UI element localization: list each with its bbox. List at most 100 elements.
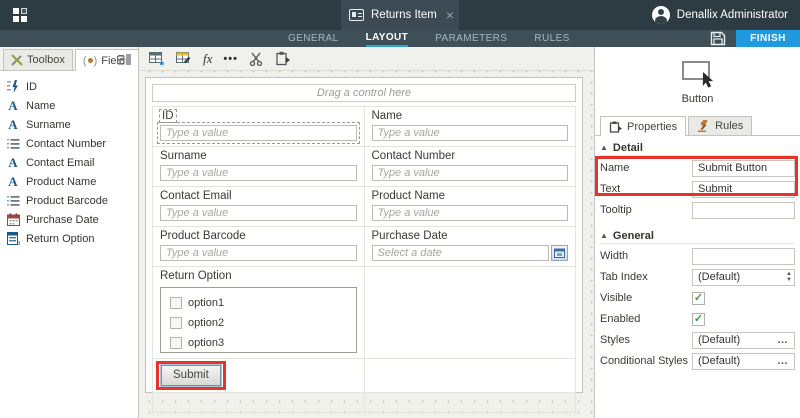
text-icon: A bbox=[6, 99, 20, 113]
date-icon bbox=[6, 213, 20, 227]
tab-rules[interactable]: RULES bbox=[534, 30, 569, 47]
label-product-barcode[interactable]: Product Barcode bbox=[160, 230, 357, 245]
calendar-picker-icon[interactable] bbox=[551, 245, 568, 261]
tabindex-property-input[interactable]: (Default)▲▼ bbox=[692, 269, 795, 286]
property-row-name: Name Submit Button bbox=[600, 159, 795, 177]
control-preview: Button bbox=[595, 47, 800, 105]
text-icon: A bbox=[6, 156, 20, 170]
table-row bbox=[153, 393, 576, 413]
form-table: ID Type a value Name Type a value Surnam… bbox=[152, 106, 576, 413]
field-item-product-name[interactable]: A Product Name bbox=[6, 172, 138, 191]
tab-toolbox[interactable]: Toolbox bbox=[3, 49, 73, 70]
app-menu-icon[interactable] bbox=[13, 8, 28, 23]
field-item-product-barcode[interactable]: Product Barcode bbox=[6, 191, 138, 210]
checkbox-option[interactable]: option2 bbox=[170, 313, 347, 333]
more-actions-icon[interactable]: ••• bbox=[223, 50, 238, 68]
button-control-icon bbox=[679, 60, 717, 88]
save-icon[interactable] bbox=[710, 31, 726, 46]
label-name[interactable]: Name bbox=[372, 110, 569, 125]
tab-layout[interactable]: LAYOUT bbox=[366, 30, 409, 47]
input-surname[interactable]: Type a value bbox=[160, 165, 357, 181]
field-item-contact-email[interactable]: A Contact Email bbox=[6, 153, 138, 172]
field-list: ID A Name A Surname Contact Number A Con… bbox=[0, 71, 138, 248]
table-row: Product Barcode Type a value Purchase Da… bbox=[153, 227, 576, 267]
field-item-surname[interactable]: A Surname bbox=[6, 115, 138, 134]
text-icon: A bbox=[6, 175, 20, 189]
input-contact-number[interactable]: Type a value bbox=[372, 165, 569, 181]
input-product-name[interactable]: Type a value bbox=[372, 205, 569, 221]
tab-general[interactable]: GENERAL bbox=[288, 30, 339, 47]
label-purchase-date[interactable]: Purchase Date bbox=[372, 230, 569, 245]
checkbox[interactable] bbox=[170, 297, 182, 309]
checkbox-option[interactable]: option3 bbox=[170, 333, 347, 353]
input-id[interactable]: Type a value bbox=[160, 125, 357, 141]
field-item-name[interactable]: A Name bbox=[6, 96, 138, 115]
edit-table-icon[interactable] bbox=[176, 50, 192, 68]
tooltip-property-input[interactable] bbox=[692, 202, 795, 219]
property-row-tooltip: Tooltip bbox=[600, 201, 795, 219]
field-item-id[interactable]: ID bbox=[6, 77, 138, 96]
tab-parameters[interactable]: PARAMETERS bbox=[435, 30, 507, 47]
canvas-grid-area[interactable]: Drag a control here ID Type a value Name… bbox=[139, 71, 594, 418]
label-return-option[interactable]: Return Option bbox=[160, 270, 357, 285]
property-row-styles: Styles (Default)… bbox=[600, 331, 795, 349]
sidebar-tabs: Toolbox () Fields bbox=[0, 47, 138, 71]
input-purchase-date[interactable]: Select a date bbox=[372, 245, 550, 261]
collapse-icon: ▲ bbox=[600, 231, 608, 240]
user-menu[interactable]: Denallix Administrator bbox=[652, 0, 788, 30]
submit-button[interactable]: Submit bbox=[161, 365, 221, 386]
field-item-return-option[interactable]: Return Option bbox=[6, 229, 138, 248]
checkbox[interactable] bbox=[170, 337, 182, 349]
checkbox-option[interactable]: option1 bbox=[170, 293, 347, 313]
property-row-conditional-styles: Conditional Styles (Default)… bbox=[600, 352, 795, 370]
property-row-visible: Visible ✓ bbox=[600, 289, 795, 307]
property-row-text: Text Submit bbox=[600, 180, 795, 198]
table-row: Surname Type a value Contact Number Type… bbox=[153, 147, 576, 187]
section-detail[interactable]: ▲ Detail bbox=[600, 140, 795, 156]
nav-bar: GENERAL LAYOUT PARAMETERS RULES FINISH bbox=[0, 30, 800, 47]
label-contact-number[interactable]: Contact Number bbox=[372, 150, 569, 165]
avatar bbox=[652, 6, 670, 24]
input-name[interactable]: Type a value bbox=[372, 125, 569, 141]
name-property-input[interactable]: Submit Button bbox=[692, 160, 795, 177]
conditional-styles-property-input[interactable]: (Default)… bbox=[692, 353, 795, 370]
text-icon: A bbox=[6, 118, 20, 132]
section-general[interactable]: ▲ General bbox=[600, 228, 795, 244]
field-item-contact-number[interactable]: Contact Number bbox=[6, 134, 138, 153]
enabled-checkbox[interactable]: ✓ bbox=[692, 313, 705, 326]
tab-rules[interactable]: Rules bbox=[688, 116, 752, 135]
label-product-name[interactable]: Product Name bbox=[372, 190, 569, 205]
input-product-barcode[interactable]: Type a value bbox=[160, 245, 357, 261]
label-contact-email[interactable]: Contact Email bbox=[160, 190, 357, 205]
drop-zone[interactable]: Drag a control here bbox=[152, 84, 576, 102]
ellipsis-icon[interactable]: … bbox=[777, 355, 789, 367]
input-contact-email[interactable]: Type a value bbox=[160, 205, 357, 221]
tab-properties[interactable]: Properties bbox=[600, 116, 686, 136]
checkbox[interactable] bbox=[170, 317, 182, 329]
panel-toggle-icon[interactable] bbox=[118, 53, 132, 66]
styles-property-input[interactable]: (Default)… bbox=[692, 332, 795, 349]
number-icon bbox=[6, 194, 20, 208]
spinner-icon[interactable]: ▲▼ bbox=[786, 271, 792, 283]
insert-table-icon[interactable] bbox=[149, 50, 165, 68]
form-icon bbox=[349, 9, 364, 21]
label-surname[interactable]: Surname bbox=[160, 150, 357, 165]
document-tab-title: Returns Item bbox=[371, 9, 437, 21]
field-item-purchase-date[interactable]: Purchase Date bbox=[6, 210, 138, 229]
close-tab-icon[interactable]: × bbox=[446, 10, 454, 20]
visible-checkbox[interactable]: ✓ bbox=[692, 292, 705, 305]
cut-icon[interactable] bbox=[249, 50, 264, 68]
finish-button[interactable]: FINISH bbox=[736, 30, 800, 47]
ellipsis-icon[interactable]: … bbox=[777, 334, 789, 346]
form-surface: Drag a control here ID Type a value Name… bbox=[145, 77, 583, 393]
fields-sidebar: Toolbox () Fields ID A Name A Surname bbox=[0, 47, 139, 418]
expression-icon[interactable]: fx bbox=[203, 50, 212, 68]
label-id[interactable]: ID bbox=[160, 110, 176, 122]
number-icon bbox=[6, 137, 20, 151]
paste-icon[interactable] bbox=[275, 50, 290, 68]
properties-tabs: Properties Rules bbox=[595, 114, 800, 136]
text-property-input[interactable]: Submit bbox=[692, 181, 795, 198]
width-property-input[interactable] bbox=[692, 248, 795, 265]
table-row: Return Option option1 option2 option3 bbox=[153, 267, 576, 359]
document-tab[interactable]: Returns Item × bbox=[341, 0, 459, 30]
